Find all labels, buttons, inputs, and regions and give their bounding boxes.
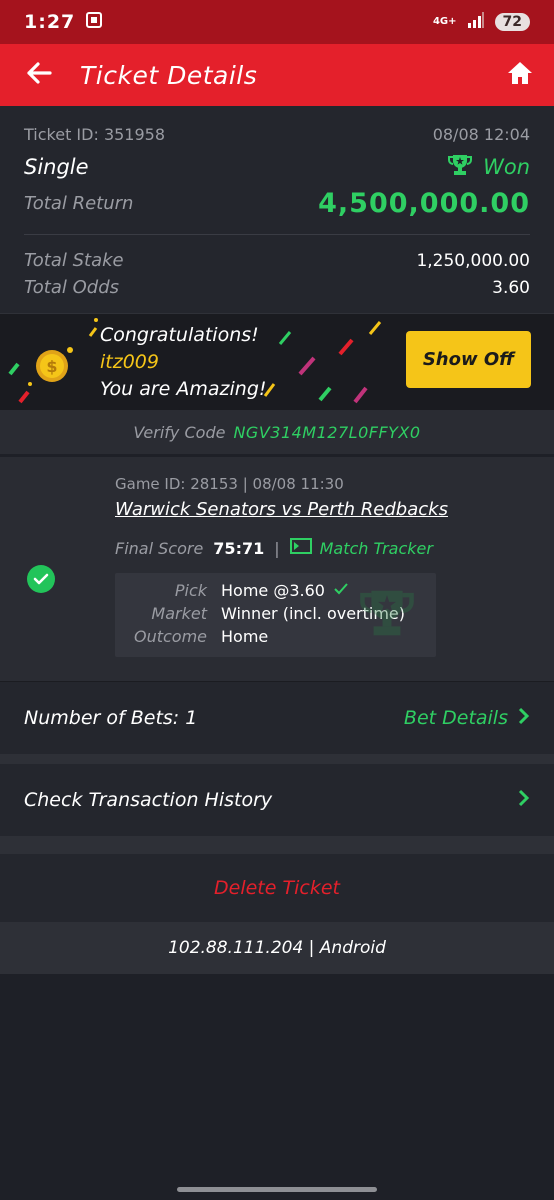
total-stake-label: Total Stake [24, 250, 124, 271]
network-type: 4G+ [432, 16, 457, 27]
app-bar: Ticket Details [0, 44, 554, 106]
show-off-button[interactable]: Show Off [406, 331, 531, 388]
bet-details-link[interactable]: Bet Details [404, 707, 530, 730]
pick-details: Pick Home @3.60 Market Winner (incl. ove… [115, 573, 436, 657]
transaction-history-label: Check Transaction History [24, 789, 273, 811]
bet-details-label: Bet Details [403, 707, 508, 729]
total-return-value: 4,500,000.00 [318, 187, 530, 219]
status-badge: Won [447, 153, 530, 182]
separator: | [274, 538, 280, 558]
total-return-label: Total Return [24, 192, 134, 214]
bet-type: Single [24, 155, 89, 179]
verify-code-label: Verify Code [133, 422, 226, 442]
pick-label: Pick [174, 581, 207, 600]
total-stake-value: 1,250,000.00 [416, 250, 530, 271]
verify-code-bar: Verify Code NGV314M127L0FFYX0 [0, 410, 554, 454]
ticket-id: Ticket ID: 351958 [24, 124, 166, 144]
market-label: Market [151, 604, 207, 623]
total-odds-value: 3.60 [492, 277, 530, 298]
number-of-bets-row: Number of Bets: 1 Bet Details [0, 681, 554, 754]
home-icon[interactable] [506, 60, 534, 90]
home-indicator[interactable] [177, 1187, 377, 1192]
status-time: 1:27 [24, 11, 76, 33]
coin-icon: $ [0, 314, 100, 410]
match-link[interactable]: Warwick Senators vs Perth Redbacks [115, 499, 530, 533]
tracker-icon [289, 538, 312, 558]
back-arrow-icon[interactable] [26, 61, 52, 89]
pick-value: Home @3.60 [221, 581, 325, 600]
final-score-value: 75:71 [213, 538, 265, 558]
verify-code-value: NGV314M127L0FFYX0 [233, 422, 421, 442]
page-title: Ticket Details [80, 60, 258, 90]
delete-ticket-button[interactable]: Delete Ticket [0, 854, 554, 922]
outcome-value: Home [221, 627, 269, 646]
device-info: 102.88.111.204 | Android [0, 922, 554, 974]
screenshot-icon [85, 11, 103, 33]
ticket-datetime: 08/08 12:04 [432, 124, 530, 144]
checkmark-icon [333, 581, 349, 604]
trophy-icon [447, 153, 473, 182]
transaction-history-row[interactable]: Check Transaction History [0, 764, 554, 836]
status-bar: 1:27 4G+ 72 [0, 0, 554, 44]
status-label: Won [483, 155, 530, 179]
congrats-banner: $ Congratulations! itz009 You are Amazin… [0, 314, 554, 410]
battery-badge: 72 [494, 13, 530, 31]
check-circle-icon [27, 565, 55, 593]
total-odds-label: Total Odds [24, 277, 119, 298]
game-card: Game ID: 28153 | 08/08 11:30 Warwick Sen… [0, 456, 554, 681]
match-tracker-link[interactable]: Match Tracker [289, 538, 433, 558]
ticket-summary: Ticket ID: 351958 08/08 12:04 Single Won… [0, 106, 554, 410]
section-gap [0, 754, 554, 764]
outcome-label: Outcome [133, 627, 207, 646]
svg-text:$: $ [46, 357, 57, 376]
number-of-bets-label: Number of Bets: 1 [24, 707, 198, 729]
final-score-label: Final Score [115, 538, 204, 558]
trophy-watermark-icon [358, 585, 416, 645]
divider [24, 234, 530, 235]
chevron-right-icon [518, 789, 530, 812]
section-gap [0, 836, 554, 854]
match-tracker-label: Match Tracker [319, 538, 433, 558]
chevron-right-icon [518, 707, 530, 730]
signal-icon [467, 11, 485, 33]
game-id: Game ID: 28153 | 08/08 11:30 [115, 475, 344, 493]
